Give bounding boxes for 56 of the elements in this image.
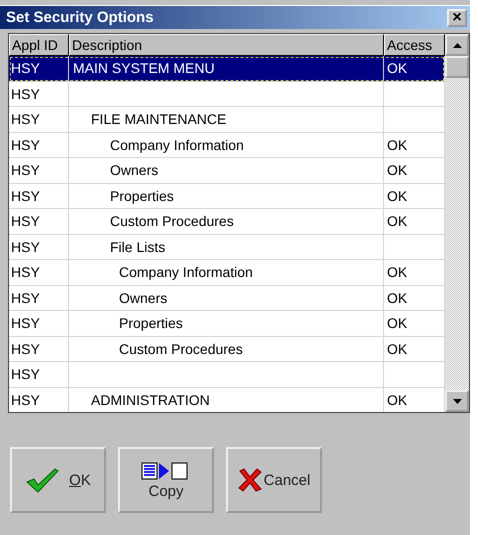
table-cell: HSY [9,158,69,182]
table-cell: Company Information [69,260,384,284]
table-row[interactable]: HSY FILE MAINTENANCE [9,107,445,132]
table-cell: File Lists [69,234,384,259]
table-row[interactable]: HSY Custom Procedures OK [9,336,445,362]
table-cell: Properties [69,184,384,208]
table-cell: HSY [9,286,69,310]
table-cell: FILE MAINTENANCE [69,107,384,132]
table-row[interactable]: HSY File Lists [9,234,445,260]
table-cell: HSY [9,56,69,80]
table-cell: ADMINISTRATION [69,388,384,412]
ok-button[interactable]: OK [10,447,106,513]
table-cell: HSY [9,234,69,259]
table-cell: Owners [69,158,384,182]
scrollbar[interactable] [445,34,469,412]
table-cell: HSY [9,107,69,132]
scroll-up-button[interactable] [445,34,469,56]
table-cell: HSY [9,184,69,208]
table-cell: HSY [9,362,69,386]
table-cell: Company Information [69,132,384,157]
table-cell: HSY [9,311,69,336]
window-title: Set Security Options [6,9,154,26]
table-row[interactable]: HSY Owners OK [9,158,445,184]
close-button[interactable]: × [447,8,467,26]
column-header[interactable]: Access [384,34,445,56]
cross-icon [238,468,262,492]
table-cell: Properties [69,311,384,336]
table-cell: Custom Procedures [69,336,384,361]
check-icon [25,467,60,493]
up-arrow-icon [452,42,462,48]
table-row[interactable]: HSY [9,82,445,107]
table-row[interactable]: HSY Company Information OK [9,260,445,286]
table-cell: Custom Procedures [69,209,384,234]
column-header[interactable]: Description [69,34,384,56]
table-cell: Owners [69,286,384,310]
table-cell: HSY [9,209,69,234]
cancel-button[interactable]: Cancel [226,447,322,513]
table-cell: HSY [9,132,69,157]
down-arrow-icon [452,398,462,404]
table-cell: HSY [9,260,69,284]
table-cell: MAIN SYSTEM MENU [69,56,384,80]
table-cell: HSY [9,336,69,361]
table-cell: HSY [9,82,69,106]
column-header[interactable]: Appl ID [9,34,69,56]
table-row[interactable]: HSY Properties OK [9,311,445,336]
scroll-down-button[interactable] [445,390,469,412]
table-row[interactable]: HSY Owners OK [9,286,445,311]
table-cell: HSY [9,388,69,412]
table-row[interactable]: HSY Properties OK [9,184,445,209]
copy-button[interactable]: Copy [118,447,214,513]
table-row[interactable]: HSY Company Information OK [9,132,445,158]
table-row[interactable]: HSY [9,362,445,388]
scroll-thumb[interactable] [445,56,469,78]
table-row[interactable]: HSY Custom Procedures OK [9,209,445,234]
button-label: OK [69,472,91,488]
table-row[interactable]: HSY MAIN SYSTEM MENU OK [9,56,445,82]
